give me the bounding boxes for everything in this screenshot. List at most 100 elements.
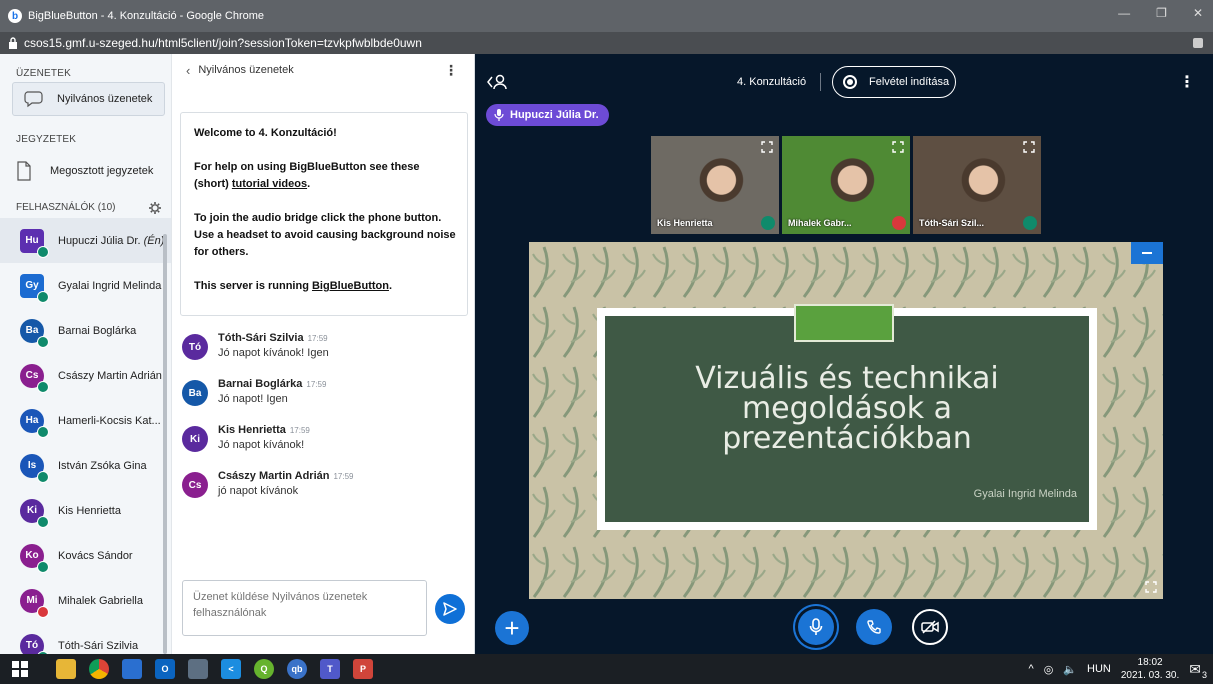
public-chat-item[interactable]: Nyilvános üzenetek	[12, 82, 165, 116]
volume-icon[interactable]: 🔈	[1063, 663, 1077, 676]
server-line: This server is running BigBlueButton.	[194, 280, 393, 292]
qgis-icon[interactable]: Q	[254, 659, 274, 679]
file-explorer-icon[interactable]	[56, 659, 76, 679]
users-count-label: FELHASZNÁLÓK (10)	[16, 202, 116, 213]
user-name: Császy Martin Adrián	[58, 369, 162, 382]
fullscreen-icon[interactable]	[1145, 581, 1157, 593]
user-list-item[interactable]: Cs Császy Martin Adrián	[0, 353, 171, 398]
save-disk-icon[interactable]	[122, 659, 142, 679]
user-name: Hupuczi Júlia Dr. (Én)	[58, 234, 165, 247]
talker-name: Hupuczi Júlia Dr.	[510, 109, 599, 121]
welcome-line: Welcome to 4. Konzultáció!	[194, 127, 337, 139]
sender-name: Tóth-Sári Szilvia	[218, 332, 304, 344]
mic-status-icon	[761, 216, 775, 230]
record-label: Felvétel indítása	[869, 76, 950, 88]
options-kebab-icon[interactable]: ⋮	[1179, 72, 1195, 92]
send-message-button[interactable]	[435, 594, 465, 624]
user-name: István Zsóka Gina	[58, 459, 147, 472]
browser-title-bar: b BigBlueButton - 4. Konzultáció - Googl…	[0, 0, 1213, 32]
user-list-item[interactable]: Ba Barnai Boglárka	[0, 308, 171, 353]
user-list-item[interactable]: Ki Kis Henrietta	[0, 488, 171, 533]
share-webcam-button[interactable]	[912, 609, 948, 645]
slide-frame: Vizuális és technikai megoldások a preze…	[597, 304, 1097, 530]
mic-status-icon	[37, 380, 49, 393]
user-list-toggle-icon[interactable]	[487, 74, 509, 90]
chevron-up-icon[interactable]: ^	[1029, 663, 1034, 675]
lock-icon	[9, 37, 17, 49]
window-app-icon[interactable]	[188, 659, 208, 679]
actions-plus-button[interactable]: +	[495, 611, 529, 645]
user-list-panel: ÜZENETEK Nyilvános üzenetek JEGYZETEK Me…	[0, 54, 172, 654]
extension-icon[interactable]	[1193, 38, 1203, 48]
chevron-left-icon[interactable]: ‹	[186, 63, 190, 78]
windows-start-icon[interactable]	[10, 659, 30, 679]
mute-microphone-button[interactable]	[798, 609, 834, 645]
shared-notes-item[interactable]: Megosztott jegyzetek	[16, 156, 165, 186]
webcam-user-label[interactable]: Mihalek Gabr...	[788, 218, 852, 228]
gear-icon[interactable]	[149, 202, 161, 214]
close-icon[interactable]: ✕	[1193, 6, 1203, 20]
webcam-strip: Kis Henrietta Mihalek Gabr... Tóth-Sári Sz…	[651, 136, 1041, 234]
address-bar[interactable]: csos15.gmf.u-szeged.hu/html5client/join?…	[0, 32, 1213, 54]
minus-icon	[1142, 252, 1152, 254]
tutorial-videos-link[interactable]: tutorial videos	[232, 178, 307, 190]
fullscreen-icon[interactable]	[1023, 141, 1035, 153]
user-list-item[interactable]: Hu Hupuczi Júlia Dr. (Én)	[0, 218, 171, 263]
webcam-tile[interactable]: Tóth-Sári Szil...	[913, 136, 1041, 234]
restore-icon[interactable]: ❐	[1156, 6, 1167, 20]
language-indicator[interactable]: HUN	[1087, 663, 1111, 675]
user-name: Barnai Boglárka	[58, 324, 137, 337]
qbittorrent-icon[interactable]: qb	[287, 659, 307, 679]
microphone-icon	[494, 109, 504, 121]
chat-title[interactable]: Nyilvános üzenetek	[198, 64, 293, 76]
chat-message: Ba Barnai Boglárka 17:59 Jó napot! Igen	[172, 364, 474, 410]
shared-notes-label: Megosztott jegyzetek	[50, 165, 154, 177]
webcam-user-label[interactable]: Kis Henrietta	[657, 218, 713, 228]
message-time: 17:59	[289, 426, 310, 435]
chrome-icon[interactable]	[89, 659, 109, 679]
user-list-item[interactable]: Is István Zsóka Gina	[0, 443, 171, 488]
minimize-icon[interactable]: —	[1118, 6, 1130, 20]
message-time: 17:59	[307, 334, 328, 343]
fullscreen-icon[interactable]	[761, 141, 773, 153]
outlook-icon[interactable]: O	[155, 659, 175, 679]
clock[interactable]: 18:02 2021. 03. 30.	[1121, 656, 1179, 682]
teams-icon[interactable]: T	[320, 659, 340, 679]
user-name: Hamerli-Kocsis Kat...	[58, 414, 161, 427]
message-time: 17:59	[333, 472, 354, 481]
bigbluebutton-link[interactable]: BigBlueButton	[312, 280, 389, 292]
system-tray: ^ ◎ 🔈 HUN 18:02 2021. 03. 30. ✉ 3	[1029, 654, 1207, 684]
user-list-item[interactable]: Gy Gyalai Ingrid Melinda	[0, 263, 171, 308]
notification-count: 3	[1201, 669, 1207, 680]
fullscreen-icon[interactable]	[892, 141, 904, 153]
messages-section-header: ÜZENETEK	[16, 68, 71, 79]
webcam-user-label[interactable]: Tóth-Sári Szil...	[919, 218, 984, 228]
chat-options-kebab-icon[interactable]: ⋮	[444, 62, 458, 79]
notification-center-icon[interactable]: ✉ 3	[1189, 661, 1207, 680]
pdf-editor-icon[interactable]: P	[353, 659, 373, 679]
message-text: Jó napot kívánok!	[218, 439, 305, 451]
message-text: jó napot kívánok	[218, 485, 299, 497]
user-list-item[interactable]: Mi Mihalek Gabriella	[0, 578, 171, 623]
window-title: BigBlueButton - 4. Konzultáció - Google …	[28, 10, 265, 22]
webcam-tile[interactable]: Kis Henrietta	[651, 136, 779, 234]
user-list-item[interactable]: Ko Kovács Sándor	[0, 533, 171, 578]
help-line: For help on using BigBlueButton see thes…	[194, 161, 420, 190]
vscode-icon[interactable]: <	[221, 659, 241, 679]
chat-message-body: Kis Henrietta 17:59 Jó napot kívánok!	[218, 422, 310, 456]
chat-message-input[interactable]	[182, 580, 427, 636]
network-icon[interactable]: ◎	[1044, 663, 1054, 676]
talking-indicator[interactable]: Hupuczi Júlia Dr.	[486, 104, 609, 126]
webcam-tile[interactable]: Mihalek Gabr...	[782, 136, 910, 234]
presentation-area[interactable]: Vizuális és technikai megoldások a preze…	[529, 242, 1163, 599]
leave-audio-button[interactable]	[856, 609, 892, 645]
windows-taskbar: O < Q qb T P ^ ◎ 🔈 HUN 18:02 2021. 03. 3…	[0, 654, 1213, 684]
mic-status-icon	[37, 335, 49, 348]
start-recording-button[interactable]: Felvétel indítása	[832, 66, 956, 98]
avatar: Ba	[182, 380, 208, 406]
user-list-item[interactable]: Tó Tóth-Sári Szilvia	[0, 623, 171, 654]
url-text[interactable]: csos15.gmf.u-szeged.hu/html5client/join?…	[24, 36, 422, 50]
user-list-item[interactable]: Ha Hamerli-Kocsis Kat...	[0, 398, 171, 443]
minimize-presentation-button[interactable]	[1131, 242, 1163, 264]
user-list-scrollbar[interactable]	[163, 234, 167, 654]
